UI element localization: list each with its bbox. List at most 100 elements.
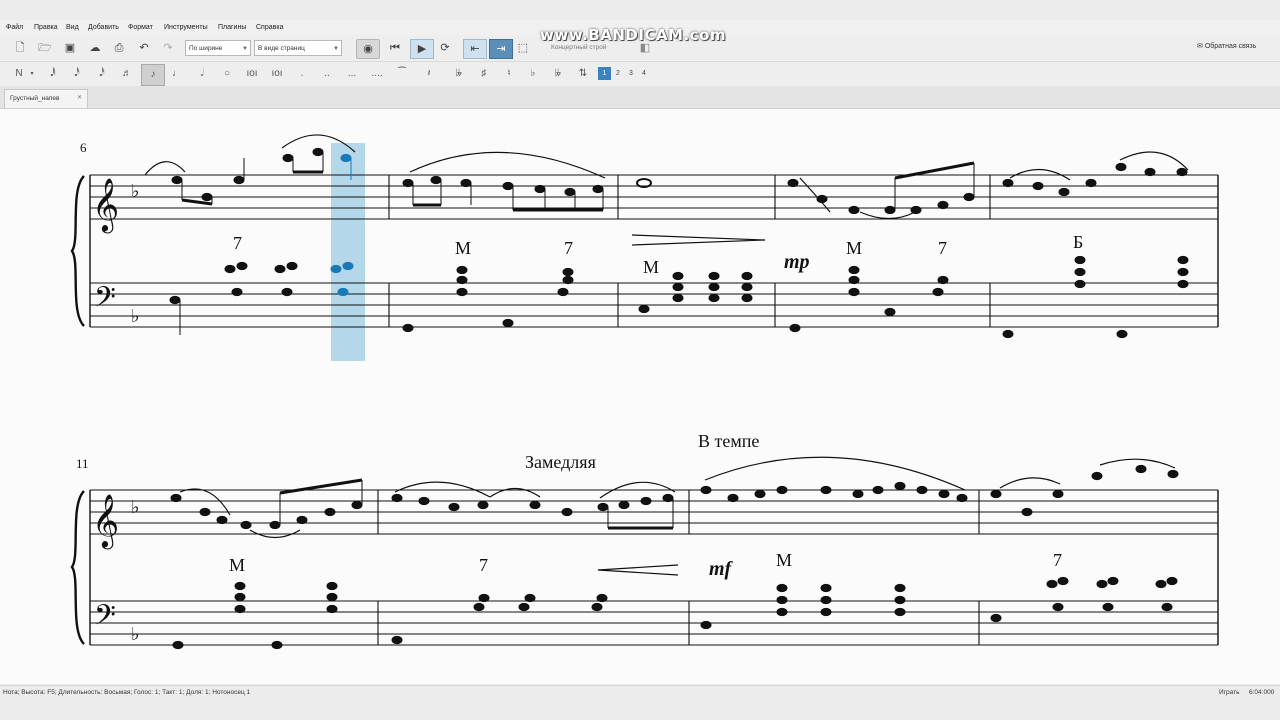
key-flat-icon: ♭	[131, 497, 140, 518]
notes-system-2	[170, 464, 1179, 650]
dynamic-marking: mf	[709, 558, 734, 580]
voice-2-button[interactable]: 2	[612, 67, 624, 80]
menu-format[interactable]: Формат	[128, 24, 153, 31]
duration-eighth-icon[interactable]: ♪	[141, 64, 165, 86]
bass-staff-1	[90, 282, 1218, 328]
duration-whole-icon[interactable]: ○	[220, 66, 234, 82]
chord-symbols-system-2: М 7 mf М 7	[229, 550, 1062, 580]
voice-3-button[interactable]: 3	[625, 67, 637, 80]
quadruple-dot-icon[interactable]: ....	[370, 66, 384, 82]
cloud-upload-icon[interactable]: ☁	[86, 39, 104, 57]
note-input-toolbar: N ▾ 𝅘𝅥𝅱 𝅘𝅥𝅰 𝅘𝅥𝅰 ♬ ♪ ♩ 𝅗𝅥 ○ ıoı ıoı . .. …	[0, 62, 1280, 87]
save-icon[interactable]: ▣	[61, 39, 79, 57]
duration-32nd-icon[interactable]: 𝅘𝅥𝅰	[95, 66, 109, 82]
chord-symbol: 7	[564, 238, 573, 258]
chord-symbol: Б	[1073, 232, 1083, 252]
tie-icon[interactable]: ⁀	[395, 66, 409, 82]
measure-number: 11	[76, 456, 89, 471]
loop-out-icon[interactable]: ⇥	[489, 39, 513, 59]
key-flat-icon: ♭	[131, 306, 140, 327]
concert-pitch-toggle[interactable]: Концертный строй	[551, 44, 607, 51]
brace-icon	[70, 175, 85, 327]
rest-icon[interactable]: 𝄽	[422, 66, 436, 82]
bass-clef-icon: 𝄢	[94, 281, 116, 321]
score-svg: 𝄞 𝄢 ♭ ♭ 6 7 М 7 М mp М 7 Б 𝄞 𝄢 ♭ ♭ 11 За…	[70, 134, 1219, 650]
score-tab[interactable]: Грустный_напев ✕	[4, 89, 88, 108]
bass-staff-2	[90, 600, 1218, 646]
chord-symbol: М	[846, 238, 862, 258]
metronome-icon[interactable]: ◉	[356, 39, 380, 59]
treble-clef-icon: 𝄞	[92, 493, 119, 549]
chord-symbol: М	[643, 257, 659, 277]
measure-number: 6	[80, 140, 87, 155]
new-file-icon[interactable]: 🗋	[11, 39, 29, 57]
view-mode-select[interactable]: В виде страниц ▼	[254, 40, 342, 56]
double-flat-icon[interactable]: 𝄫	[452, 66, 466, 82]
status-time: 6:04:000	[1249, 689, 1275, 696]
flip-direction-icon[interactable]: ⇅	[576, 66, 590, 82]
selection-highlight	[331, 143, 365, 361]
print-icon[interactable]: ⎙	[110, 39, 128, 57]
treble-clef-icon: 𝄞	[92, 177, 119, 233]
duration-longa-icon[interactable]: ıoı	[270, 66, 284, 82]
dynamic-marking: mp	[784, 251, 810, 273]
brace-icon	[70, 490, 85, 645]
menu-add[interactable]: Добавить	[88, 24, 119, 31]
loop-in-icon[interactable]: ⇤	[463, 39, 487, 59]
chord-symbol: М	[455, 238, 471, 258]
double-dot-icon[interactable]: ..	[320, 66, 334, 82]
rewind-icon[interactable]: ⏮	[386, 39, 404, 57]
flat-icon[interactable]: ♭	[526, 66, 540, 82]
note-input-icon[interactable]: N	[12, 66, 26, 82]
duration-16th-icon[interactable]: ♬	[120, 66, 134, 82]
redo-icon[interactable]: ↷	[159, 39, 177, 57]
key-flat-icon: ♭	[131, 624, 140, 645]
duration-half-icon[interactable]: 𝅗𝅥	[195, 66, 209, 82]
voice-1-button[interactable]: 1	[598, 67, 611, 80]
undo-icon[interactable]: ↶	[135, 39, 153, 57]
menu-view[interactable]: Вид	[66, 24, 79, 31]
sharp-icon[interactable]: ♯	[477, 66, 491, 82]
loop-icon[interactable]: ⟳	[436, 39, 454, 57]
open-file-icon[interactable]: 🗁	[36, 39, 54, 57]
triple-dot-icon[interactable]: ...	[345, 66, 359, 82]
chord-symbol: М	[776, 550, 792, 570]
status-text: Нота; Высота: F5; Длительность: Восьмая;…	[3, 689, 251, 696]
chord-symbol: М	[229, 555, 245, 575]
close-tab-icon[interactable]: ✕	[77, 90, 82, 107]
bass-clef-icon: 𝄢	[94, 599, 116, 639]
voice-4-button[interactable]: 4	[638, 67, 650, 80]
zoom-select[interactable]: По ширине ▼	[185, 40, 251, 56]
status-bar: Нота; Высота: F5; Длительность: Восьмая;…	[0, 685, 1280, 700]
duration-quarter-icon[interactable]: ♩	[170, 66, 184, 82]
dot-icon[interactable]: .	[295, 66, 309, 82]
menu-help[interactable]: Справка	[256, 24, 283, 31]
feedback-button[interactable]: ✉ Обратная связь	[1197, 42, 1256, 50]
score-canvas[interactable]: 𝄞 𝄢 ♭ ♭ 6 7 М 7 М mp М 7 Б 𝄞 𝄢 ♭ ♭ 11 За…	[0, 109, 1280, 684]
play-icon[interactable]: ▶	[410, 39, 434, 59]
status-mode: Играть	[1219, 689, 1240, 696]
duration-1024-icon[interactable]: 𝅘𝅥𝅱	[46, 66, 60, 82]
key-flat-icon: ♭	[131, 181, 140, 202]
tempo-text: В темпе	[698, 431, 759, 451]
double-flat-alt-icon[interactable]: 𝄫	[551, 66, 565, 82]
slurs-system-1	[144, 134, 1189, 246]
slurs-system-2	[179, 456, 1176, 576]
chord-symbol: 7	[479, 555, 488, 575]
duration-breve-icon[interactable]: ıoı	[245, 66, 259, 82]
pan-icon[interactable]: ⬚	[514, 39, 532, 57]
menu-plugins[interactable]: Плагины	[218, 24, 246, 31]
chord-symbol: 7	[233, 233, 242, 253]
note-input-mode-dropdown-icon[interactable]: ▾	[28, 66, 36, 82]
duration-64th-icon[interactable]: 𝅘𝅥𝅰	[70, 66, 84, 82]
score-tab-bar: Грустный_напев ✕	[0, 86, 1280, 109]
menu-file[interactable]: Файл	[6, 24, 23, 31]
bandicam-watermark: www.BANDICAM.com	[540, 26, 727, 44]
chord-symbol: 7	[1053, 550, 1062, 570]
natural-icon[interactable]: ♮	[502, 66, 516, 82]
menu-tools[interactable]: Инструменты	[164, 24, 208, 31]
chord-symbol: 7	[938, 238, 947, 258]
menu-edit[interactable]: Правка	[34, 24, 58, 31]
tempo-text: Замедляя	[525, 452, 596, 472]
treble-staff-1	[90, 174, 1218, 220]
